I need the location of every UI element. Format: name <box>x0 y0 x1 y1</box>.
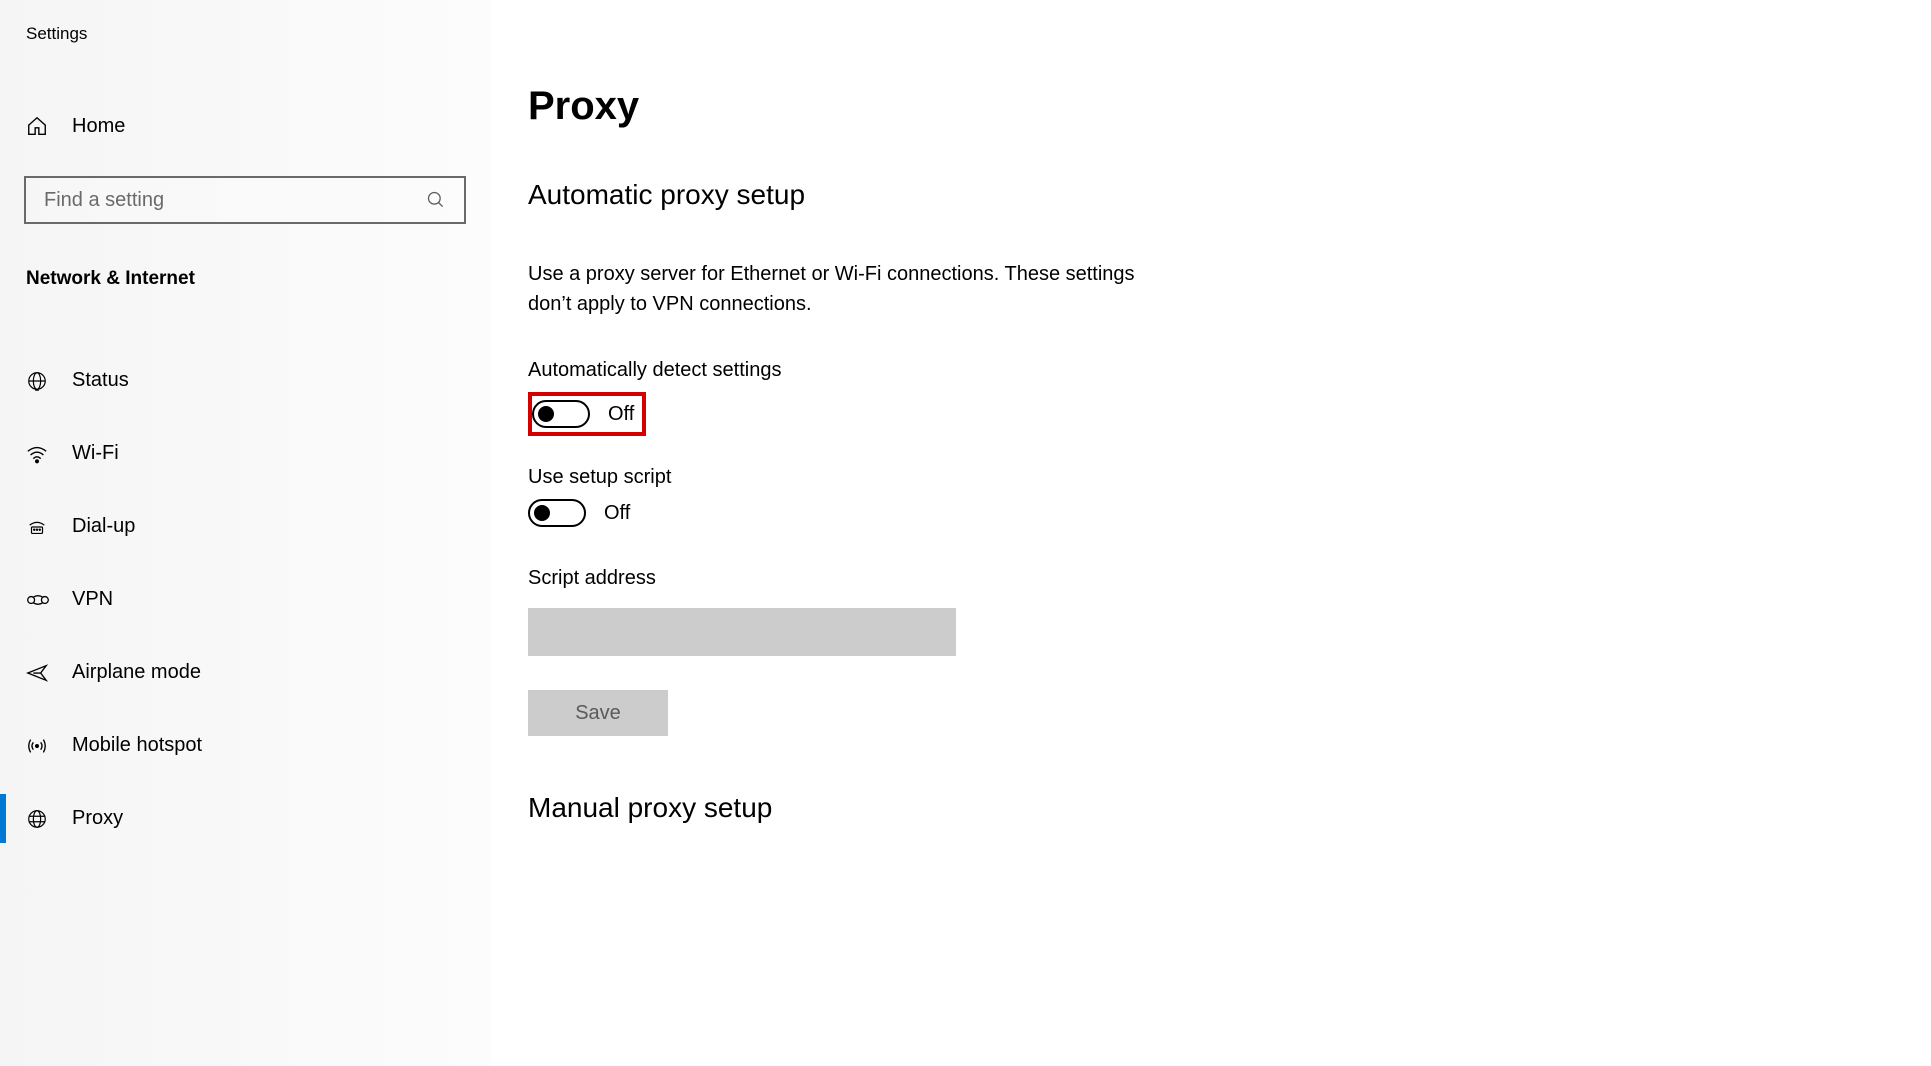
auto-proxy-description: Use a proxy server for Ethernet or Wi-Fi… <box>528 259 1168 319</box>
auto-detect-label: Automatically detect settings <box>528 359 1931 382</box>
nav-item-vpn[interactable]: VPN <box>0 563 490 636</box>
nav-item-label: Wi-Fi <box>72 442 119 465</box>
nav-item-label: Proxy <box>72 807 123 830</box>
app-title: Settings <box>0 0 490 44</box>
use-script-toggle[interactable] <box>528 499 586 527</box>
search-input[interactable] <box>44 189 426 212</box>
nav-item-proxy[interactable]: Proxy <box>0 782 490 855</box>
airplane-icon <box>26 662 50 684</box>
category-heading: Network & Internet <box>0 268 490 290</box>
nav-home[interactable]: Home <box>0 102 490 150</box>
use-script-value: Off <box>604 502 630 525</box>
nav-item-airplane[interactable]: Airplane mode <box>0 636 490 709</box>
nav-item-hotspot[interactable]: Mobile hotspot <box>0 709 490 782</box>
nav-home-label: Home <box>72 115 125 138</box>
search-box[interactable] <box>24 176 466 224</box>
nav-item-status[interactable]: Status <box>0 344 490 417</box>
auto-detect-value: Off <box>608 403 634 426</box>
status-icon <box>26 370 50 392</box>
page-title: Proxy <box>528 84 1931 129</box>
nav-item-label: Mobile hotspot <box>72 734 202 757</box>
proxy-icon <box>26 808 50 830</box>
search-icon <box>426 190 446 210</box>
nav-item-wifi[interactable]: Wi-Fi <box>0 417 490 490</box>
script-address-input <box>528 608 956 656</box>
highlight-annotation: Off <box>528 392 646 436</box>
nav-list: Status Wi-Fi <box>0 344 490 855</box>
manual-proxy-heading: Manual proxy setup <box>528 792 1931 824</box>
sidebar: Settings Home Network & Internet <box>0 0 490 1066</box>
use-script-label: Use setup script <box>528 466 1931 489</box>
wifi-icon <box>26 444 50 464</box>
save-button: Save <box>528 690 668 736</box>
nav-item-label: Airplane mode <box>72 661 201 684</box>
script-address-label: Script address <box>528 567 1931 590</box>
vpn-icon <box>26 591 50 609</box>
home-icon <box>26 115 50 137</box>
nav-item-label: Status <box>72 369 129 392</box>
nav-item-dialup[interactable]: Dial-up <box>0 490 490 563</box>
hotspot-icon <box>26 735 50 757</box>
nav-item-label: VPN <box>72 588 113 611</box>
dialup-icon <box>26 517 50 537</box>
main-content: Proxy Automatic proxy setup Use a proxy … <box>490 0 1931 1066</box>
auto-detect-toggle[interactable] <box>532 400 590 428</box>
auto-proxy-heading: Automatic proxy setup <box>528 179 1931 211</box>
nav-item-label: Dial-up <box>72 515 135 538</box>
